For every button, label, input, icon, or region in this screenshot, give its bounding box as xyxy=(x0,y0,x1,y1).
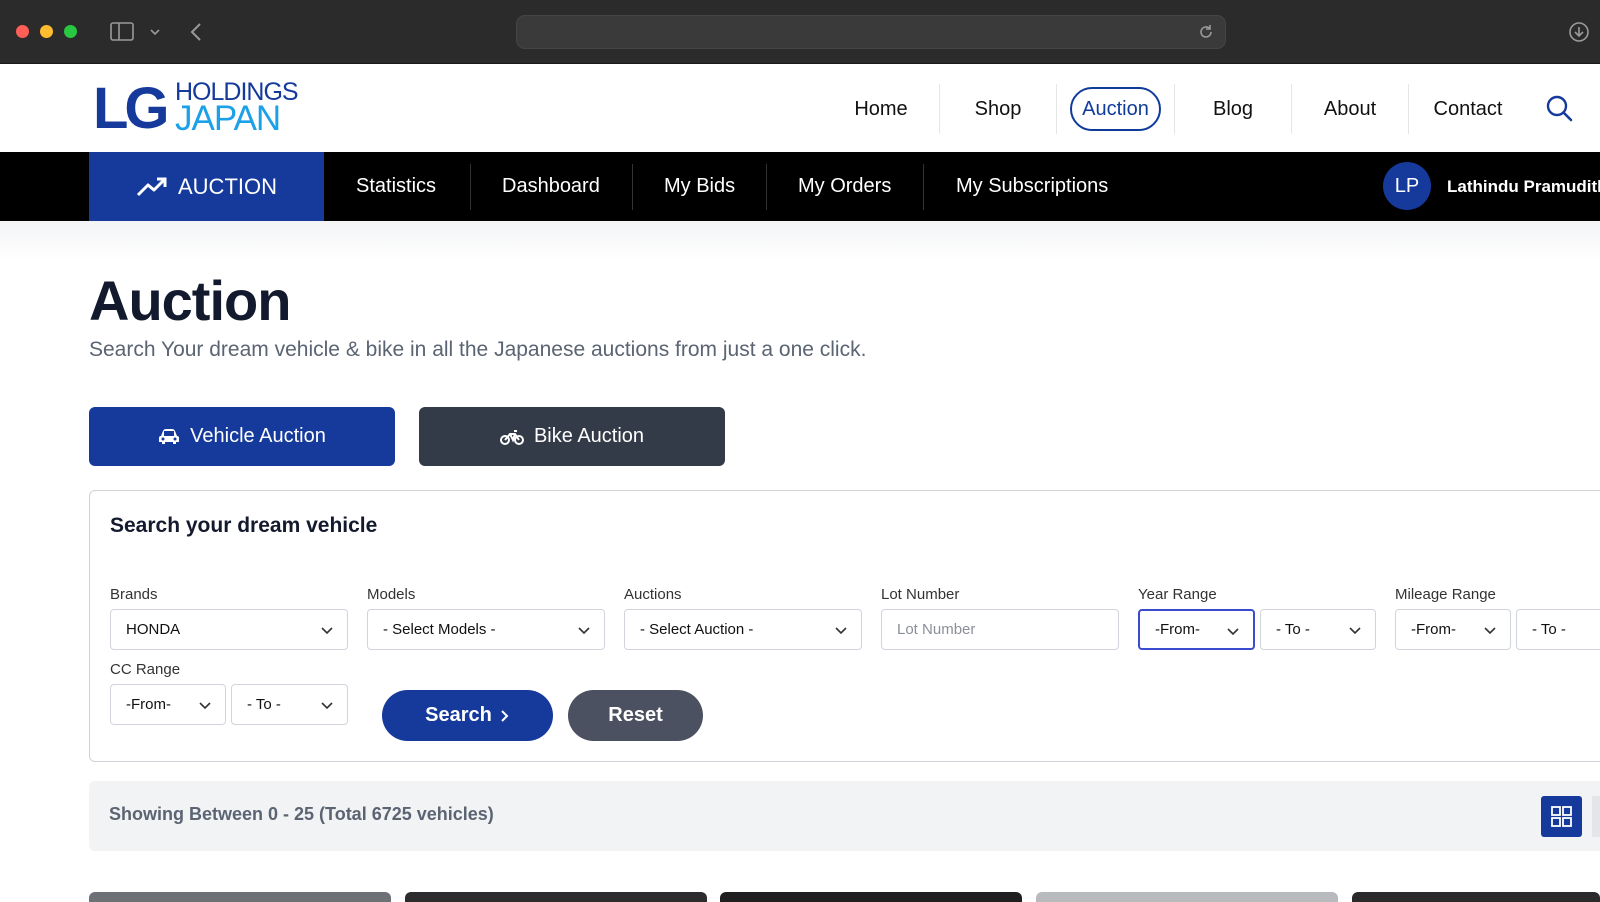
auctions-label: Auctions xyxy=(624,586,682,603)
page-title: Auction xyxy=(89,269,291,332)
subnav-auction-tab[interactable]: AUCTION xyxy=(89,152,324,221)
close-window-button[interactable] xyxy=(16,25,29,38)
nav-divider xyxy=(939,84,940,134)
year-from-select[interactable]: -From- xyxy=(1138,609,1255,650)
subnav-my-bids[interactable]: My Bids xyxy=(664,152,735,221)
results-count-text: Showing Between 0 - 25 (Total 6725 vehic… xyxy=(109,804,494,824)
maximize-window-button[interactable] xyxy=(64,25,77,38)
minimize-window-button[interactable] xyxy=(40,25,53,38)
cc-from-select[interactable]: -From- xyxy=(110,684,226,725)
lot-number-input[interactable]: Lot Number xyxy=(881,609,1119,650)
nav-blog-link[interactable]: Blog xyxy=(1193,87,1273,131)
chevron-down-icon xyxy=(199,702,211,710)
search-button[interactable]: Search xyxy=(382,690,553,741)
chevron-down-icon[interactable] xyxy=(149,27,161,37)
mileage-to-select[interactable]: - To - xyxy=(1516,609,1600,650)
subnav-dashboard[interactable]: Dashboard xyxy=(502,152,600,221)
cc-range-label: CC Range xyxy=(110,661,181,678)
back-arrow-icon[interactable] xyxy=(189,22,203,42)
nav-divider xyxy=(1408,84,1409,134)
user-name[interactable]: Lathindu Pramudith xyxy=(1447,152,1600,221)
lg-holdings-japan-logo[interactable]: LG HOLDINGS JAPAN xyxy=(93,76,323,136)
page-subtitle: Search Your dream vehicle & bike in all … xyxy=(89,338,867,361)
sidebar-toggle-icon[interactable] xyxy=(110,22,134,42)
cc-from-value: -From- xyxy=(126,696,171,713)
subnav-my-subscriptions[interactable]: My Subscriptions xyxy=(956,152,1108,221)
auctions-select[interactable]: - Select Auction - xyxy=(624,609,862,650)
cc-to-select[interactable]: - To - xyxy=(231,684,348,725)
subnav-my-orders[interactable]: My Orders xyxy=(798,152,891,221)
bike-auction-button[interactable]: Bike Auction xyxy=(419,407,725,466)
chevron-down-icon xyxy=(1227,628,1239,636)
subnav-divider xyxy=(632,164,633,210)
grid-icon xyxy=(1551,806,1572,827)
subnav-statistics[interactable]: Statistics xyxy=(356,152,436,221)
trending-up-icon xyxy=(136,177,167,196)
svg-text:LG: LG xyxy=(93,76,166,136)
auctions-value: - Select Auction - xyxy=(640,621,754,638)
nav-divider xyxy=(1291,84,1292,134)
address-bar[interactable] xyxy=(516,15,1226,49)
year-from-value: -From- xyxy=(1155,621,1200,638)
mileage-from-select[interactable]: -From- xyxy=(1395,609,1511,650)
chevron-down-icon xyxy=(835,627,847,635)
reload-icon[interactable] xyxy=(1197,23,1215,41)
vehicle-card[interactable] xyxy=(89,892,391,902)
grid-view-button[interactable] xyxy=(1541,796,1582,837)
subnav-shadow xyxy=(0,221,1600,261)
lot-number-label: Lot Number xyxy=(881,586,960,603)
nav-shop-link[interactable]: Shop xyxy=(958,87,1038,131)
subnav-divider xyxy=(766,164,767,210)
mileage-from-value: -From- xyxy=(1411,621,1456,638)
subnav-divider xyxy=(470,164,471,210)
svg-text:JAPAN: JAPAN xyxy=(175,99,280,136)
chevron-down-icon xyxy=(321,627,333,635)
vehicle-auction-button[interactable]: Vehicle Auction xyxy=(89,407,395,466)
car-icon xyxy=(159,428,180,444)
models-value: - Select Models - xyxy=(383,621,496,638)
chevron-down-icon xyxy=(1484,627,1496,635)
brands-label: Brands xyxy=(110,586,158,603)
year-to-value: - To - xyxy=(1276,621,1310,638)
nav-about-link[interactable]: About xyxy=(1310,87,1390,131)
chevron-down-icon xyxy=(321,702,333,710)
chevron-down-icon xyxy=(578,627,590,635)
nav-contact-link[interactable]: Contact xyxy=(1424,87,1512,131)
nav-auction-link[interactable]: Auction xyxy=(1070,87,1161,131)
site-header: LG HOLDINGS JAPAN Home Shop Auction Blog… xyxy=(0,64,1600,152)
year-range-label: Year Range xyxy=(1138,586,1217,603)
vehicle-card[interactable] xyxy=(720,892,1022,902)
nav-divider xyxy=(1056,84,1057,134)
mileage-to-value: - To - xyxy=(1532,621,1566,638)
mileage-range-label: Mileage Range xyxy=(1395,586,1496,603)
search-panel-title: Search your dream vehicle xyxy=(110,514,378,537)
downloads-icon[interactable] xyxy=(1568,21,1590,43)
vehicle-auction-label: Vehicle Auction xyxy=(190,425,326,447)
models-label: Models xyxy=(367,586,416,603)
reset-button[interactable]: Reset xyxy=(568,690,703,741)
chevron-down-icon xyxy=(1349,627,1361,635)
nav-home-link[interactable]: Home xyxy=(841,87,921,131)
chevron-right-icon xyxy=(501,709,509,722)
vehicle-card[interactable] xyxy=(405,892,707,902)
vehicle-card[interactable] xyxy=(1036,892,1338,902)
brands-value: HONDA xyxy=(126,621,181,638)
auction-subnav: AUCTION Statistics Dashboard My Bids My … xyxy=(0,152,1600,221)
user-avatar[interactable]: LP xyxy=(1383,162,1431,210)
search-button-label: Search xyxy=(425,704,492,726)
brands-select[interactable]: HONDA xyxy=(110,609,348,650)
subnav-divider xyxy=(923,164,924,210)
cc-to-value: - To - xyxy=(247,696,281,713)
search-icon[interactable] xyxy=(1545,94,1573,122)
year-to-select[interactable]: - To - xyxy=(1260,609,1376,650)
motorbike-icon xyxy=(499,429,524,445)
bike-auction-label: Bike Auction xyxy=(533,425,645,447)
browser-toolbar xyxy=(0,0,1600,64)
list-view-button[interactable] xyxy=(1592,796,1600,837)
vehicle-card[interactable] xyxy=(1352,892,1600,902)
nav-divider xyxy=(1174,84,1175,134)
models-select[interactable]: - Select Models - xyxy=(367,609,605,650)
subnav-auction-label: AUCTION xyxy=(178,173,277,199)
